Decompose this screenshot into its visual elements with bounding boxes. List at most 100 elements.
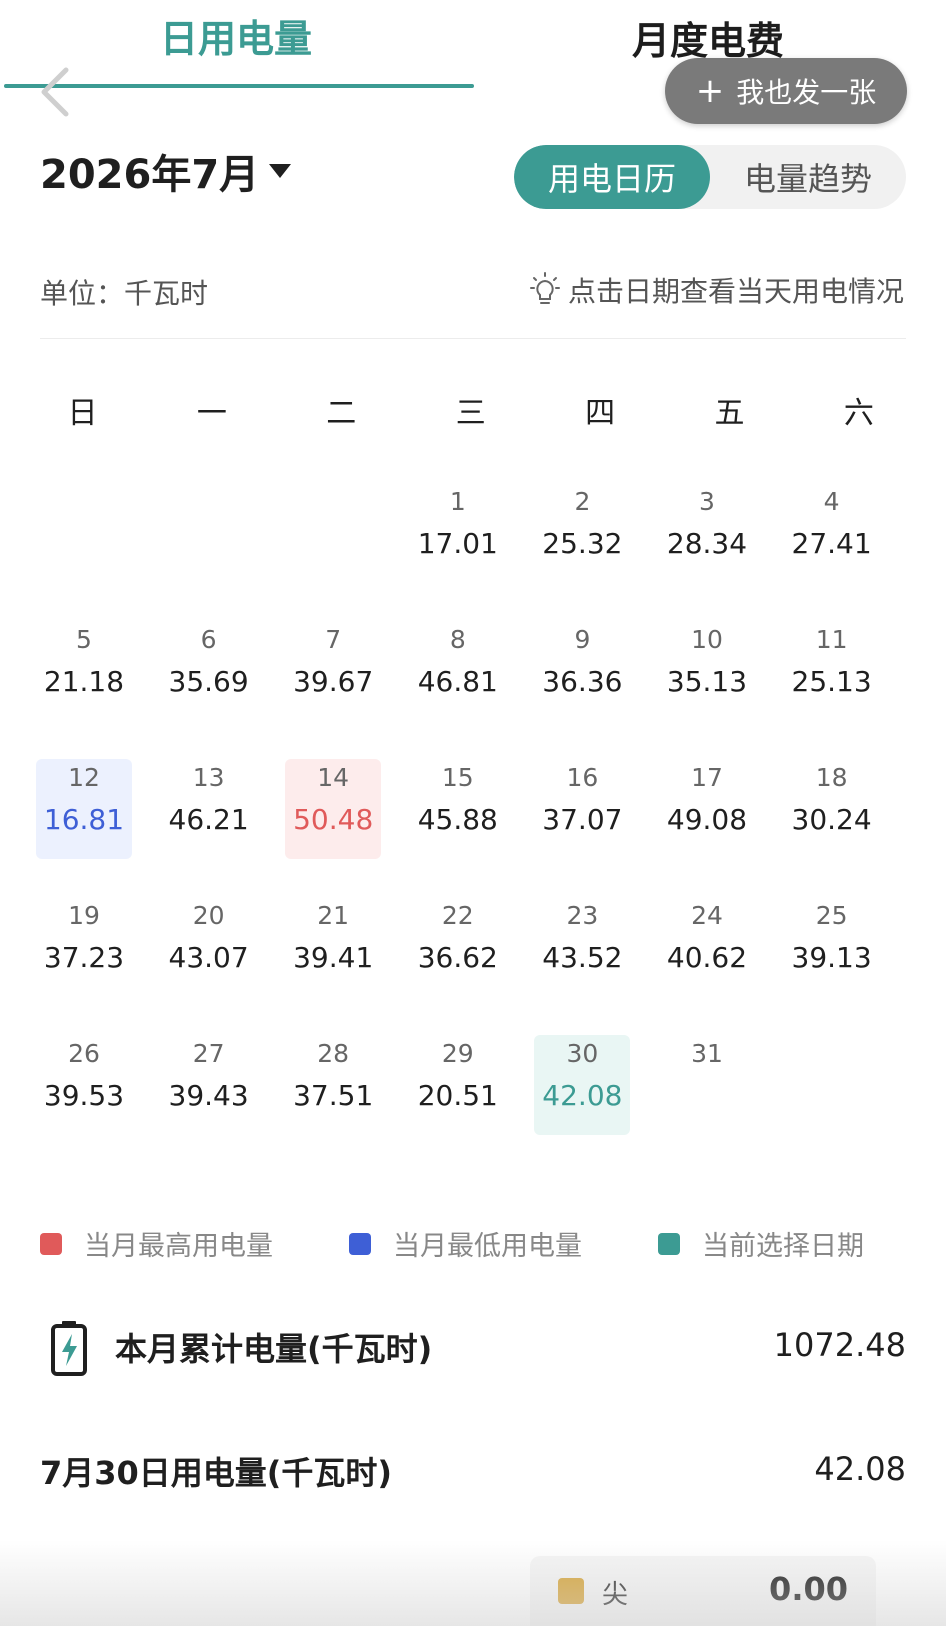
day-number: 17 (691, 763, 723, 792)
calendar-day[interactable]: 21 39.41 (285, 897, 381, 997)
day-number: 13 (192, 763, 225, 792)
day-usage: 21.18 (43, 665, 125, 698)
day-usage: 42.08 (542, 1079, 623, 1112)
day-number: 22 (441, 901, 474, 930)
day-usage: 37.07 (542, 803, 623, 836)
calendar-day[interactable]: 10 35.13 (659, 621, 755, 721)
calendar-day[interactable]: 1 17.01 (410, 483, 506, 583)
day-number: 8 (449, 625, 466, 654)
legend-low: 当月最低用电量 (349, 1224, 582, 1263)
day-number: 7 (325, 625, 342, 654)
tou-peak-swatch (558, 1578, 584, 1604)
back-icon[interactable] (36, 64, 76, 120)
unit-label: 单位：千瓦时 (40, 277, 209, 310)
calendar-day[interactable]: 7 39.67 (285, 621, 381, 721)
day-number: 18 (815, 763, 848, 792)
selected-day-value: 42.08 (814, 1450, 906, 1488)
weekday-2: 二 (326, 396, 357, 431)
calendar-day[interactable]: 28 37.51 (285, 1035, 381, 1135)
calendar-day[interactable]: 18 30.24 (784, 759, 880, 859)
day-usage: 43.52 (542, 941, 623, 974)
day-usage: 25.13 (791, 665, 872, 698)
calendar-day[interactable]: 30 42.08 (534, 1035, 631, 1135)
calendar-day[interactable]: 11 25.13 (784, 621, 880, 721)
day-number: 9 (574, 625, 591, 654)
tab-monthly-bill[interactable]: 月度电费 (632, 10, 784, 65)
calendar-day[interactable]: 13 46.21 (161, 759, 257, 859)
calendar-day[interactable]: 22 36.62 (410, 897, 506, 997)
day-usage: 46.21 (168, 803, 249, 836)
calendar-day[interactable]: 20 43.07 (161, 897, 257, 997)
legend-low-label: 当月最低用电量 (393, 1231, 582, 1262)
calendar-day[interactable]: 25 39.13 (784, 897, 880, 997)
day-number: 21 (317, 901, 350, 930)
day-number: 12 (68, 763, 100, 792)
day-number: 23 (566, 901, 599, 930)
day-usage: 27.41 (791, 527, 872, 560)
calendar-day[interactable]: 8 46.81 (410, 621, 506, 721)
calendar-day[interactable]: 6 35.69 (161, 621, 257, 721)
lightbulb-icon (529, 272, 560, 304)
day-number: 1 (449, 487, 466, 516)
calendar-day[interactable]: 19 37.23 (36, 897, 132, 997)
divider (40, 338, 906, 339)
day-number: 6 (200, 625, 217, 654)
day-usage: 35.69 (168, 665, 249, 698)
day-usage: 43.07 (168, 941, 249, 974)
weekday-6: 六 (843, 396, 874, 431)
day-number: 30 (566, 1039, 599, 1068)
month-label: 2026年7月 (40, 152, 260, 198)
selected-day-label: 7月30日用电量(千瓦时) (40, 1454, 393, 1492)
legend-high-label: 当月最高用电量 (84, 1231, 273, 1262)
day-number: 11 (815, 625, 848, 654)
legend: 当月最高用电量 当月最低用电量 当前选择日期 (40, 1224, 906, 1264)
calendar-day[interactable]: 15 45.88 (410, 759, 506, 859)
legend-high-swatch (40, 1232, 62, 1255)
weekday-0: 日 (67, 396, 98, 431)
caret-down-icon (269, 164, 292, 178)
calendar-day[interactable]: 4 27.41 (784, 483, 880, 583)
calendar-day[interactable]: 3 28.34 (659, 483, 755, 583)
day-usage: 39.67 (293, 665, 374, 698)
share-button-label: 我也发一张 (736, 76, 877, 109)
calendar-day[interactable]: 14 50.48 (285, 759, 382, 859)
calendar-day[interactable]: 12 16.81 (36, 759, 132, 859)
day-number: 28 (317, 1039, 350, 1068)
calendar-day[interactable]: 26 39.53 (36, 1035, 132, 1135)
month-selector[interactable]: 2026年7月 (40, 142, 292, 200)
calendar-day[interactable]: 9 36.36 (534, 621, 630, 721)
hint: 点击日期查看当天用电情况 (529, 270, 904, 310)
calendar-day[interactable]: 5 21.18 (36, 621, 132, 721)
day-number: 19 (68, 901, 100, 930)
day-usage: 35.13 (666, 665, 748, 698)
calendar-day[interactable]: 27 39.43 (161, 1035, 257, 1135)
calendar-day[interactable]: 23 43.52 (534, 897, 630, 997)
day-number: 14 (317, 763, 350, 792)
tab-daily-usage[interactable]: 日用电量 (160, 8, 312, 63)
share-button[interactable]: + 我也发一张 (665, 58, 907, 124)
day-usage: 36.36 (542, 665, 623, 698)
day-usage: 25.32 (542, 527, 623, 560)
day-usage: 49.08 (666, 803, 748, 836)
day-number: 10 (691, 625, 723, 654)
calendar-day[interactable]: 16 37.07 (534, 759, 630, 859)
day-number: 24 (691, 901, 723, 930)
day-usage: 37.23 (43, 941, 125, 974)
selected-day-row: 7月30日用电量(千瓦时) 42.08 (40, 1448, 906, 1498)
calendar-day[interactable]: 31 (659, 1035, 755, 1135)
legend-high: 当月最高用电量 (40, 1224, 273, 1263)
calendar-day[interactable]: 29 20.51 (410, 1035, 506, 1135)
day-number: 27 (192, 1039, 225, 1068)
day-number: 5 (76, 625, 92, 654)
day-number: 2 (574, 487, 591, 516)
weekday-5: 五 (714, 396, 745, 431)
day-number: 20 (192, 901, 225, 930)
calendar-day[interactable]: 17 49.08 (659, 759, 755, 859)
toggle-trend-view[interactable]: 电量趋势 (710, 145, 906, 209)
legend-selected-swatch (658, 1232, 680, 1255)
day-usage: 39.53 (43, 1079, 125, 1112)
toggle-calendar-view[interactable]: 用电日历 (514, 145, 710, 209)
calendar-day[interactable]: 24 40.62 (659, 897, 755, 997)
calendar-day[interactable]: 2 25.32 (534, 483, 630, 583)
tou-peak-label: 尖 (602, 1580, 629, 1610)
